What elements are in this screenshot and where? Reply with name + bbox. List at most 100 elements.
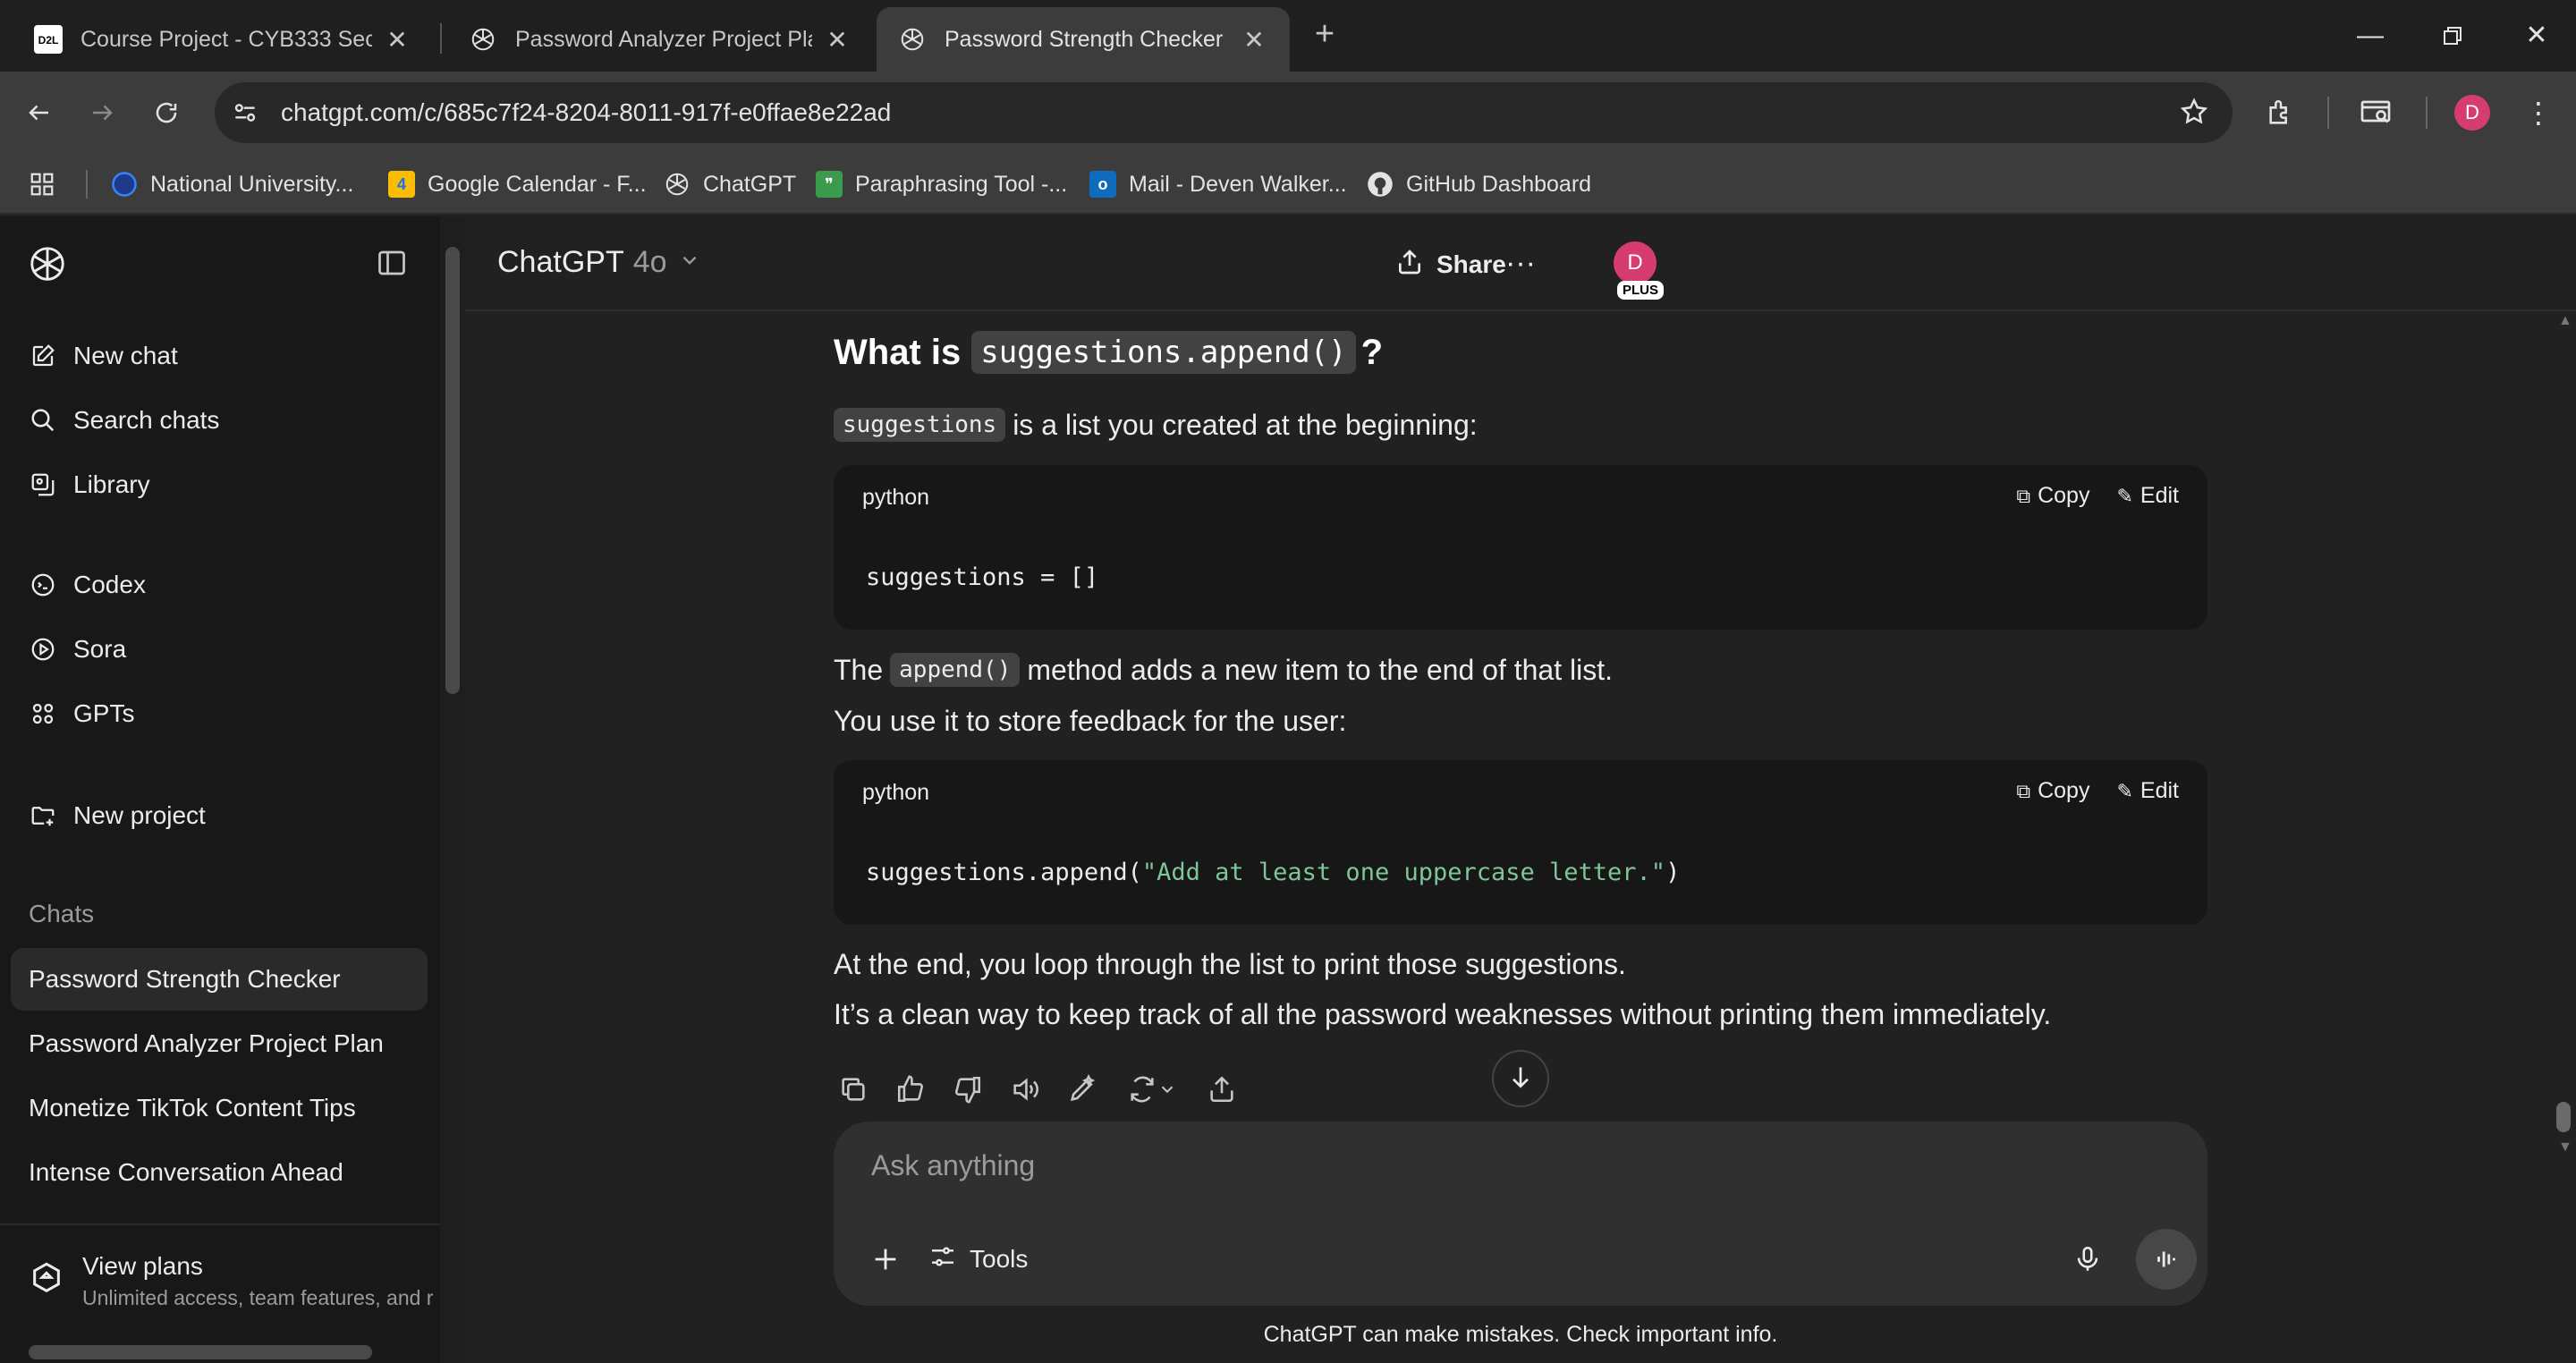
tab-close-icon[interactable]: ✕ [823,25,852,55]
gpts-grid-icon [29,699,57,728]
sidebar-item-gpts[interactable]: GPTs [11,687,428,741]
new-tab-button[interactable]: + [1306,16,1343,54]
inline-code: suggestions [834,408,1006,442]
message-composer: Tools [834,1122,2207,1306]
extensions-icon[interactable] [2259,91,2302,134]
copy-icon: ⧉ [2016,779,2031,802]
browser-menu-icon[interactable]: ⋮ [2517,91,2560,134]
scroll-down-arrow-icon[interactable]: ▼ [2558,1139,2572,1156]
code-string-token: "Add at least one uppercase letter." [1141,859,1666,886]
read-aloud-speaker-icon[interactable] [1005,1070,1045,1109]
bookmark-google-calendar[interactable]: 4 Google Calendar - F... [388,165,647,204]
minimize-icon[interactable]: — [2343,14,2397,57]
apps-grid-icon[interactable] [29,165,55,204]
chats-heading: Chats [29,900,95,927]
bookmark-national-university[interactable]: National University... [111,165,353,204]
bookmark-paraphrasing-tool[interactable]: ❞ Paraphrasing Tool -... [816,165,1067,204]
edit-code-button[interactable]: ✎ Edit [2116,483,2179,509]
user-avatar[interactable]: D [1614,241,1657,284]
voice-mode-button[interactable] [2136,1229,2197,1290]
sidebar-item-sora[interactable]: Sora [11,622,428,676]
openai-logo-icon[interactable] [27,243,68,284]
microphone-icon[interactable] [2066,1238,2109,1281]
tab-title: Course Project - CYB333 Security [80,26,372,52]
browser-tab-strip: D2L Course Project - CYB333 Security ✕ P… [0,0,2576,72]
chat-item[interactable]: Monetize TikTok Content Tips [11,1077,428,1139]
tools-button[interactable]: Tools [928,1240,1028,1279]
sidebar-scrollbar-thumb[interactable] [445,247,460,694]
add-attachment-icon[interactable] [866,1240,905,1279]
more-options-icon[interactable]: ··· [1494,238,1547,292]
tools-label: Tools [970,1245,1029,1273]
prompt-input[interactable] [871,1143,2123,1188]
github-icon [1367,171,1394,198]
share-button[interactable]: Share [1395,238,1506,292]
thumbs-up-icon[interactable] [891,1070,930,1109]
codex-icon [29,571,57,599]
copy-label: Copy [2038,483,2090,508]
waveform-icon [2157,1251,2175,1267]
tab-title: Password Strength Checker [945,26,1224,52]
bookmark-separator [86,170,88,199]
bookmark-github[interactable]: GitHub Dashboard [1367,165,1591,204]
copy-icon[interactable] [834,1070,873,1109]
tab-password-strength-checker[interactable]: Password Strength Checker ✕ [877,7,1290,72]
address-bar[interactable]: chatgpt.com/c/685c7f24-8204-8011-917f-e0… [215,82,2233,143]
sidebar-item-label: Codex [73,571,146,598]
main-scrollbar-thumb[interactable] [2556,1102,2571,1132]
view-plans-subtitle: Unlimited access, team features, and r [82,1286,434,1309]
tab-close-icon[interactable]: ✕ [383,25,411,55]
code-block: python ⧉ Copy ✎ Edit suggestions = [] [834,465,2207,630]
sidebar-item-search-chats[interactable]: Search chats [11,394,428,447]
restore-icon[interactable] [2426,14,2479,57]
d2l-logo-icon: D2L [34,25,63,54]
toolbar-separator [2327,97,2329,129]
chat-item[interactable]: Password Strength Checker [11,948,428,1011]
chevron-down-icon [678,245,701,280]
copy-code-button[interactable]: ⧉ Copy [2016,483,2089,509]
bookmark-label: National University... [150,171,354,197]
model-selector[interactable]: ChatGPT 4o [497,245,701,280]
scroll-to-bottom-button[interactable] [1492,1050,1549,1107]
new-chat-icon [29,342,57,370]
tab-password-analyzer[interactable]: Password Analyzer Project Plan ✕ [447,7,873,72]
bookmark-mail[interactable]: o Mail - Deven Walker... [1089,165,1347,204]
chat-item[interactable]: Intense Conversation Ahead [11,1141,428,1204]
globe-icon [111,171,138,198]
new-project-folder-icon [29,801,57,830]
inline-code: append() [890,653,1021,687]
regenerate-icon[interactable] [1120,1070,1184,1109]
back-arrow-icon[interactable] [18,91,61,134]
tab-search-icon[interactable] [2354,91,2397,134]
sidebar-item-new-chat[interactable]: New chat [11,329,428,383]
reload-icon[interactable] [145,91,188,134]
scroll-up-arrow-icon[interactable]: ▲ [2558,313,2572,329]
search-icon [29,406,57,435]
profile-avatar[interactable]: D [2454,95,2490,131]
code-block-actions: ⧉ Copy ✎ Edit [1989,483,2179,509]
share-message-icon[interactable] [1202,1070,1241,1109]
close-window-icon[interactable]: ✕ [2510,14,2563,57]
sidebar-toggle-icon[interactable] [376,247,408,279]
copy-code-button[interactable]: ⧉ Copy [2016,778,2089,804]
tab-course-project[interactable]: D2L Course Project - CYB333 Security ✕ [13,7,433,72]
chat-item[interactable]: Password Analyzer Project Plan [11,1012,428,1075]
tab-close-icon[interactable]: ✕ [1240,25,1268,55]
bookmark-star-icon[interactable] [2179,97,2209,131]
forward-arrow-icon[interactable] [80,91,123,134]
message-paragraph: You use it to store feedback for the use… [834,705,1347,737]
code-token: suggestions.append( [866,859,1142,886]
view-plans-title: View plans [82,1252,203,1280]
bookmark-chatgpt[interactable]: ChatGPT [664,165,796,204]
thumbs-down-icon[interactable] [948,1070,987,1109]
edit-in-canvas-icon[interactable] [1063,1070,1102,1109]
view-plans-footer[interactable]: View plans Unlimited access, team featur… [0,1223,440,1363]
sidebar-horizontal-scrollbar[interactable] [29,1345,372,1359]
sidebar-item-label: GPTs [73,699,135,727]
edit-code-button[interactable]: ✎ Edit [2116,778,2179,804]
outlook-icon: o [1089,171,1116,198]
site-info-icon[interactable] [231,98,259,131]
sidebar-item-new-project[interactable]: New project [11,789,428,842]
sidebar-item-codex[interactable]: Codex [11,558,428,612]
sidebar-item-library[interactable]: Library [11,458,428,512]
